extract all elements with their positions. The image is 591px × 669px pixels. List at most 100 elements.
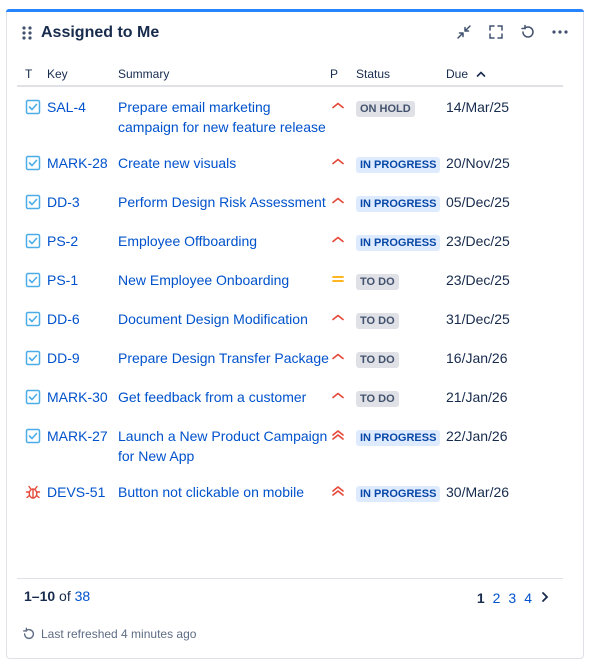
due-date: 14/Mar/25 bbox=[446, 99, 510, 115]
task-type-icon bbox=[25, 194, 41, 210]
issue-summary-link[interactable]: Prepare Design Transfer Package bbox=[118, 350, 329, 366]
issue-key-link[interactable]: PS-1 bbox=[47, 272, 78, 288]
issue-summary-link[interactable]: Create new visuals bbox=[118, 155, 236, 171]
issues-table: T Key Summary P Status Due SAL-4 Prepare… bbox=[17, 63, 563, 511]
issue-summary-link[interactable]: Launch a New Product Campaign for New Ap… bbox=[118, 428, 327, 464]
column-header-key[interactable]: Key bbox=[47, 63, 118, 87]
status-badge: IN PROGRESS bbox=[356, 430, 441, 446]
cell-summary: Button not clickable on mobile bbox=[118, 472, 330, 511]
issue-summary-link[interactable]: Get feedback from a customer bbox=[118, 389, 306, 405]
due-date: 05/Dec/25 bbox=[446, 194, 510, 210]
cell-key: MARK-30 bbox=[47, 377, 118, 416]
cell-key: PS-1 bbox=[47, 260, 118, 299]
cell-type bbox=[17, 377, 47, 416]
refresh-icon[interactable] bbox=[519, 23, 537, 41]
issue-key-link[interactable]: DD-9 bbox=[47, 350, 80, 366]
cell-key: DD-9 bbox=[47, 338, 118, 377]
column-header-summary[interactable]: Summary bbox=[118, 63, 330, 87]
task-type-icon bbox=[25, 233, 41, 249]
cell-summary: New Employee Onboarding bbox=[118, 260, 330, 299]
gadget-actions bbox=[455, 23, 569, 41]
page-4-link[interactable]: 4 bbox=[524, 590, 532, 606]
gadget-title: Assigned to Me bbox=[41, 24, 160, 41]
page-2-link[interactable]: 2 bbox=[493, 590, 501, 606]
cell-type bbox=[17, 143, 47, 182]
column-header-status[interactable]: Status bbox=[356, 63, 446, 87]
fullscreen-icon[interactable] bbox=[487, 23, 505, 41]
next-page-icon[interactable] bbox=[540, 590, 550, 606]
cell-priority bbox=[330, 260, 356, 299]
cell-key: MARK-28 bbox=[47, 143, 118, 182]
cell-type bbox=[17, 416, 47, 472]
due-date: 31/Dec/25 bbox=[446, 311, 510, 327]
issue-key-link[interactable]: SAL-4 bbox=[47, 99, 86, 115]
cell-type bbox=[17, 472, 47, 511]
cell-priority bbox=[330, 143, 356, 182]
minimize-icon[interactable] bbox=[455, 23, 473, 41]
task-type-icon bbox=[25, 99, 41, 115]
task-type-icon bbox=[25, 311, 41, 327]
column-header-priority[interactable]: P bbox=[330, 63, 356, 87]
column-header-due[interactable]: Due bbox=[446, 63, 563, 87]
issue-key-link[interactable]: MARK-28 bbox=[47, 155, 108, 171]
cell-key: PS-2 bbox=[47, 221, 118, 260]
cell-type bbox=[17, 299, 47, 338]
priority-high-icon bbox=[330, 483, 346, 499]
cell-status: IN PROGRESS bbox=[356, 143, 446, 182]
issue-key-link[interactable]: PS-2 bbox=[47, 233, 78, 249]
cell-summary: Employee Offboarding bbox=[118, 221, 330, 260]
priority-medium-high-icon bbox=[330, 232, 346, 248]
more-icon[interactable] bbox=[551, 23, 569, 41]
issue-key-link[interactable]: DEVS-51 bbox=[47, 484, 105, 500]
cell-key: DD-3 bbox=[47, 182, 118, 221]
cell-priority bbox=[330, 182, 356, 221]
priority-medium-high-icon bbox=[330, 154, 346, 170]
page-3-link[interactable]: 3 bbox=[508, 590, 516, 606]
issue-key-link[interactable]: MARK-30 bbox=[47, 389, 108, 405]
status-badge: IN PROGRESS bbox=[356, 486, 441, 502]
drag-handle-icon[interactable] bbox=[22, 26, 32, 40]
issue-summary-link[interactable]: New Employee Onboarding bbox=[118, 272, 289, 288]
priority-medium-icon bbox=[330, 271, 346, 287]
cell-key: DEVS-51 bbox=[47, 472, 118, 511]
refresh-history-icon bbox=[23, 627, 35, 640]
page-1-link[interactable]: 1 bbox=[477, 590, 485, 606]
result-of-label: of bbox=[59, 588, 71, 604]
issue-summary-link[interactable]: Prepare email marketing campaign for new… bbox=[118, 99, 326, 135]
cell-type bbox=[17, 86, 47, 143]
due-header-label: Due bbox=[446, 67, 469, 81]
cell-status: IN PROGRESS bbox=[356, 221, 446, 260]
cell-summary: Prepare Design Transfer Package bbox=[118, 338, 330, 377]
cell-priority bbox=[330, 338, 356, 377]
issue-key-link[interactable]: MARK-27 bbox=[47, 428, 108, 444]
issue-key-link[interactable]: DD-3 bbox=[47, 194, 80, 210]
cell-due: 22/Jan/26 bbox=[446, 416, 563, 472]
cell-key: MARK-27 bbox=[47, 416, 118, 472]
result-total-link[interactable]: 38 bbox=[75, 588, 91, 604]
table-row: PS-1 New Employee Onboarding TO DO 23/De… bbox=[17, 260, 563, 299]
sort-ascending-icon[interactable] bbox=[476, 67, 486, 81]
result-count: 1–10 of 38 bbox=[24, 588, 90, 604]
priority-medium-high-icon bbox=[330, 98, 346, 114]
issue-key-link[interactable]: DD-6 bbox=[47, 311, 80, 327]
due-date: 21/Jan/26 bbox=[446, 389, 508, 405]
issue-summary-link[interactable]: Employee Offboarding bbox=[118, 233, 257, 249]
priority-medium-high-icon bbox=[330, 193, 346, 209]
table-row: DD-6 Document Design Modification TO DO … bbox=[17, 299, 563, 338]
cell-key: DD-6 bbox=[47, 299, 118, 338]
issue-summary-link[interactable]: Button not clickable on mobile bbox=[118, 484, 304, 500]
column-header-type[interactable]: T bbox=[17, 63, 47, 87]
cell-due: 23/Dec/25 bbox=[446, 260, 563, 299]
cell-type bbox=[17, 221, 47, 260]
pagination: 1234 bbox=[477, 590, 550, 606]
issue-summary-link[interactable]: Perform Design Risk Assessment bbox=[118, 194, 326, 210]
bug-type-icon bbox=[25, 484, 41, 500]
last-refreshed-text: Last refreshed 4 minutes ago bbox=[41, 627, 197, 641]
cell-type bbox=[17, 260, 47, 299]
table-header-row: T Key Summary P Status Due bbox=[17, 63, 563, 87]
cell-status: TO DO bbox=[356, 377, 446, 416]
task-type-icon bbox=[25, 389, 41, 405]
cell-due: 21/Jan/26 bbox=[446, 377, 563, 416]
table-row: MARK-30 Get feedback from a customer TO … bbox=[17, 377, 563, 416]
issue-summary-link[interactable]: Document Design Modification bbox=[118, 311, 308, 327]
